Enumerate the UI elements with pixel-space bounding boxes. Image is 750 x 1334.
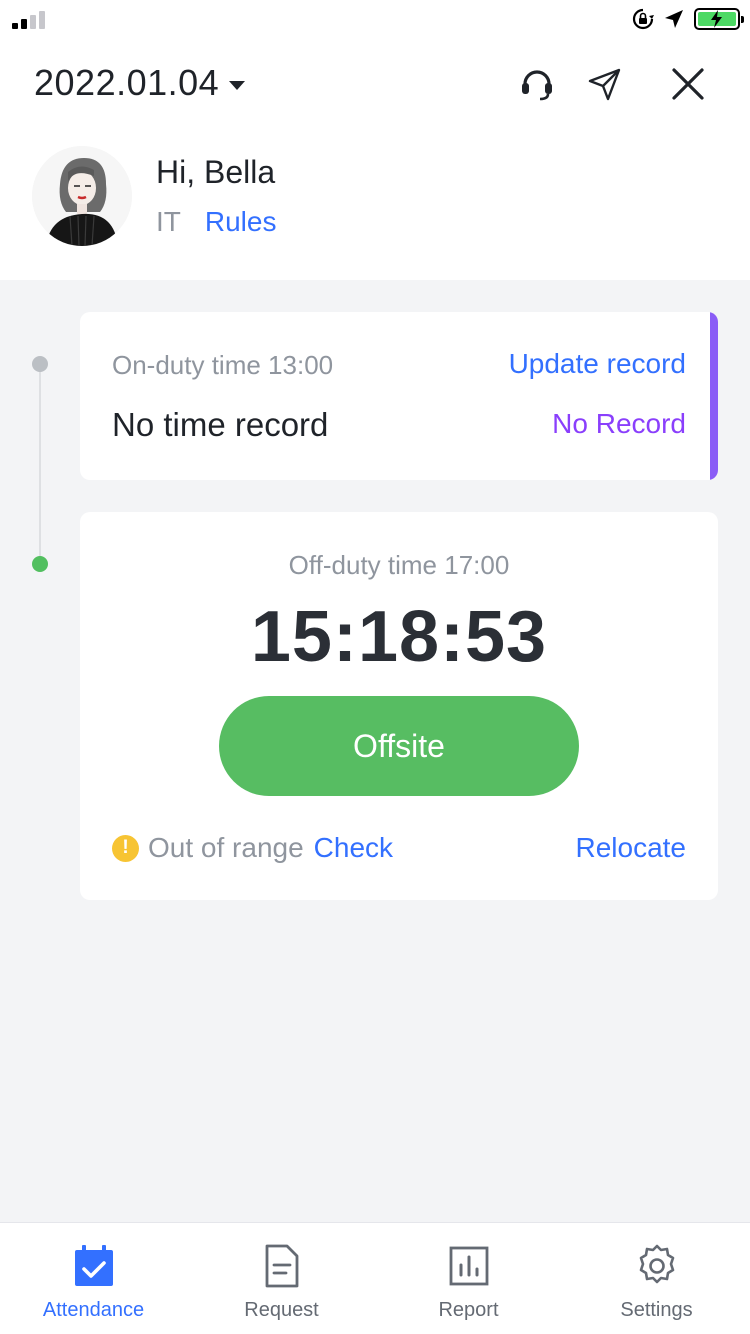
off-duty-time-label: Off-duty time 17:00 bbox=[288, 550, 510, 580]
document-icon bbox=[265, 1244, 298, 1288]
location-arrow-icon bbox=[665, 10, 683, 28]
calendar-check-icon bbox=[74, 1245, 113, 1286]
tab-label: Settings bbox=[620, 1299, 693, 1321]
headset-icon[interactable] bbox=[517, 64, 557, 104]
greeting-text: Hi, Bella bbox=[156, 154, 276, 190]
bar-chart-icon bbox=[449, 1246, 488, 1286]
rotation-lock-icon bbox=[632, 8, 654, 30]
tab-label: Report bbox=[438, 1299, 499, 1321]
send-icon[interactable] bbox=[585, 64, 625, 104]
date-selector[interactable]: 2022.01.04 bbox=[34, 62, 246, 104]
battery-icon bbox=[694, 8, 744, 30]
warning-icon: ! bbox=[112, 834, 139, 862]
status-bar bbox=[0, 0, 750, 40]
timeline-dot-on-duty bbox=[32, 356, 48, 372]
update-record-link[interactable]: Update record bbox=[509, 348, 686, 380]
avatar bbox=[32, 146, 132, 246]
tab-settings[interactable]: Settings bbox=[563, 1223, 750, 1334]
close-icon[interactable] bbox=[668, 64, 708, 104]
date-text: 2022.01.04 bbox=[34, 62, 220, 103]
caret-down-icon bbox=[229, 80, 246, 90]
no-time-record-text: No time record bbox=[112, 406, 329, 443]
department-label: IT bbox=[156, 206, 181, 237]
bottom-tab-bar: Attendance Request Report Settings bbox=[0, 1222, 750, 1334]
tab-label: Attendance bbox=[42, 1299, 145, 1321]
on-duty-time-label: On-duty time 13:00 bbox=[112, 350, 334, 380]
relocate-link[interactable]: Relocate bbox=[575, 832, 686, 864]
tab-request[interactable]: Request bbox=[188, 1223, 375, 1334]
current-time-clock: 15:18:53 bbox=[250, 597, 548, 677]
status-stripe bbox=[710, 312, 718, 480]
on-duty-card: On-duty time 13:00 Update record No time… bbox=[80, 312, 718, 480]
offsite-clock-button[interactable]: Offsite bbox=[219, 696, 579, 796]
cell-signal-icon bbox=[12, 9, 45, 29]
gear-icon bbox=[639, 1244, 674, 1284]
timeline-line bbox=[39, 365, 41, 565]
tab-report[interactable]: Report bbox=[375, 1223, 562, 1334]
tab-label: Request bbox=[244, 1299, 319, 1321]
no-record-status: No Record bbox=[552, 408, 686, 439]
off-duty-card: Off-duty time 17:00 15:18:53 Offsite ! O… bbox=[80, 512, 718, 900]
rules-link[interactable]: Rules bbox=[205, 206, 277, 238]
timeline-dot-off-duty bbox=[32, 556, 48, 572]
out-of-range-text: Out of range bbox=[148, 832, 304, 863]
tab-attendance[interactable]: Attendance bbox=[0, 1223, 187, 1334]
check-link[interactable]: Check bbox=[314, 832, 393, 864]
header: 2022.01.04 Hi, Bella IT Rules bbox=[0, 40, 750, 280]
